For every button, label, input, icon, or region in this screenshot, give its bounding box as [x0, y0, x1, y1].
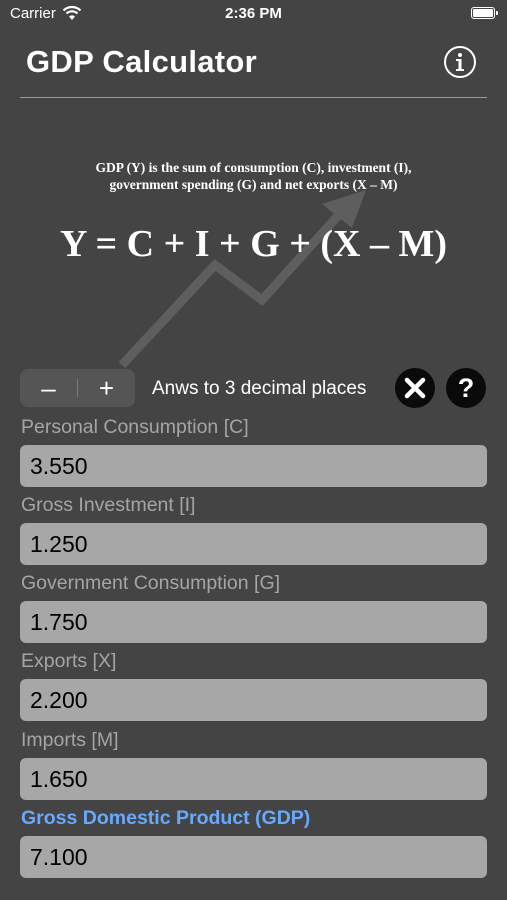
- info-icon[interactable]: [443, 45, 477, 79]
- battery-icon: [471, 7, 498, 19]
- imports-field[interactable]: 1.650: [20, 758, 487, 800]
- page-title: GDP Calculator: [26, 44, 258, 79]
- formula-banner: GDP (Y) is the sum of consumption (C), i…: [0, 100, 507, 380]
- investment-label: Gross Investment [I]: [21, 494, 196, 516]
- status-bar: Carrier 2:36 PM: [0, 0, 507, 28]
- formula-description: GDP (Y) is the sum of consumption (C), i…: [60, 159, 447, 193]
- help-button[interactable]: ?: [446, 368, 486, 408]
- gdp-result-label: Gross Domestic Product (GDP): [21, 807, 311, 829]
- consumption-field[interactable]: 3.550: [20, 445, 487, 487]
- clear-button[interactable]: [395, 368, 435, 408]
- header-divider: [20, 97, 487, 98]
- gdp-result-field: 7.100: [20, 836, 487, 878]
- decrement-button[interactable]: –: [20, 369, 77, 407]
- formula-description-line2: government spending (G) and net exports …: [109, 177, 398, 192]
- formula-description-line1: GDP (Y) is the sum of consumption (C), i…: [95, 160, 412, 175]
- increment-button[interactable]: +: [78, 369, 135, 407]
- exports-label: Exports [X]: [21, 650, 117, 672]
- exports-field[interactable]: 2.200: [20, 679, 487, 721]
- investment-field[interactable]: 1.250: [20, 523, 487, 565]
- government-label: Government Consumption [G]: [21, 572, 281, 594]
- consumption-label: Personal Consumption [C]: [21, 416, 249, 438]
- formula-equation: Y = C + I + G + (X – M): [59, 223, 448, 265]
- decimal-places-label: Anws to 3 decimal places: [152, 378, 367, 399]
- clock: 2:36 PM: [225, 5, 282, 22]
- decimal-stepper[interactable]: – +: [20, 369, 135, 407]
- clear-icon: [404, 377, 426, 399]
- government-field[interactable]: 1.750: [20, 601, 487, 643]
- imports-label: Imports [M]: [21, 729, 119, 751]
